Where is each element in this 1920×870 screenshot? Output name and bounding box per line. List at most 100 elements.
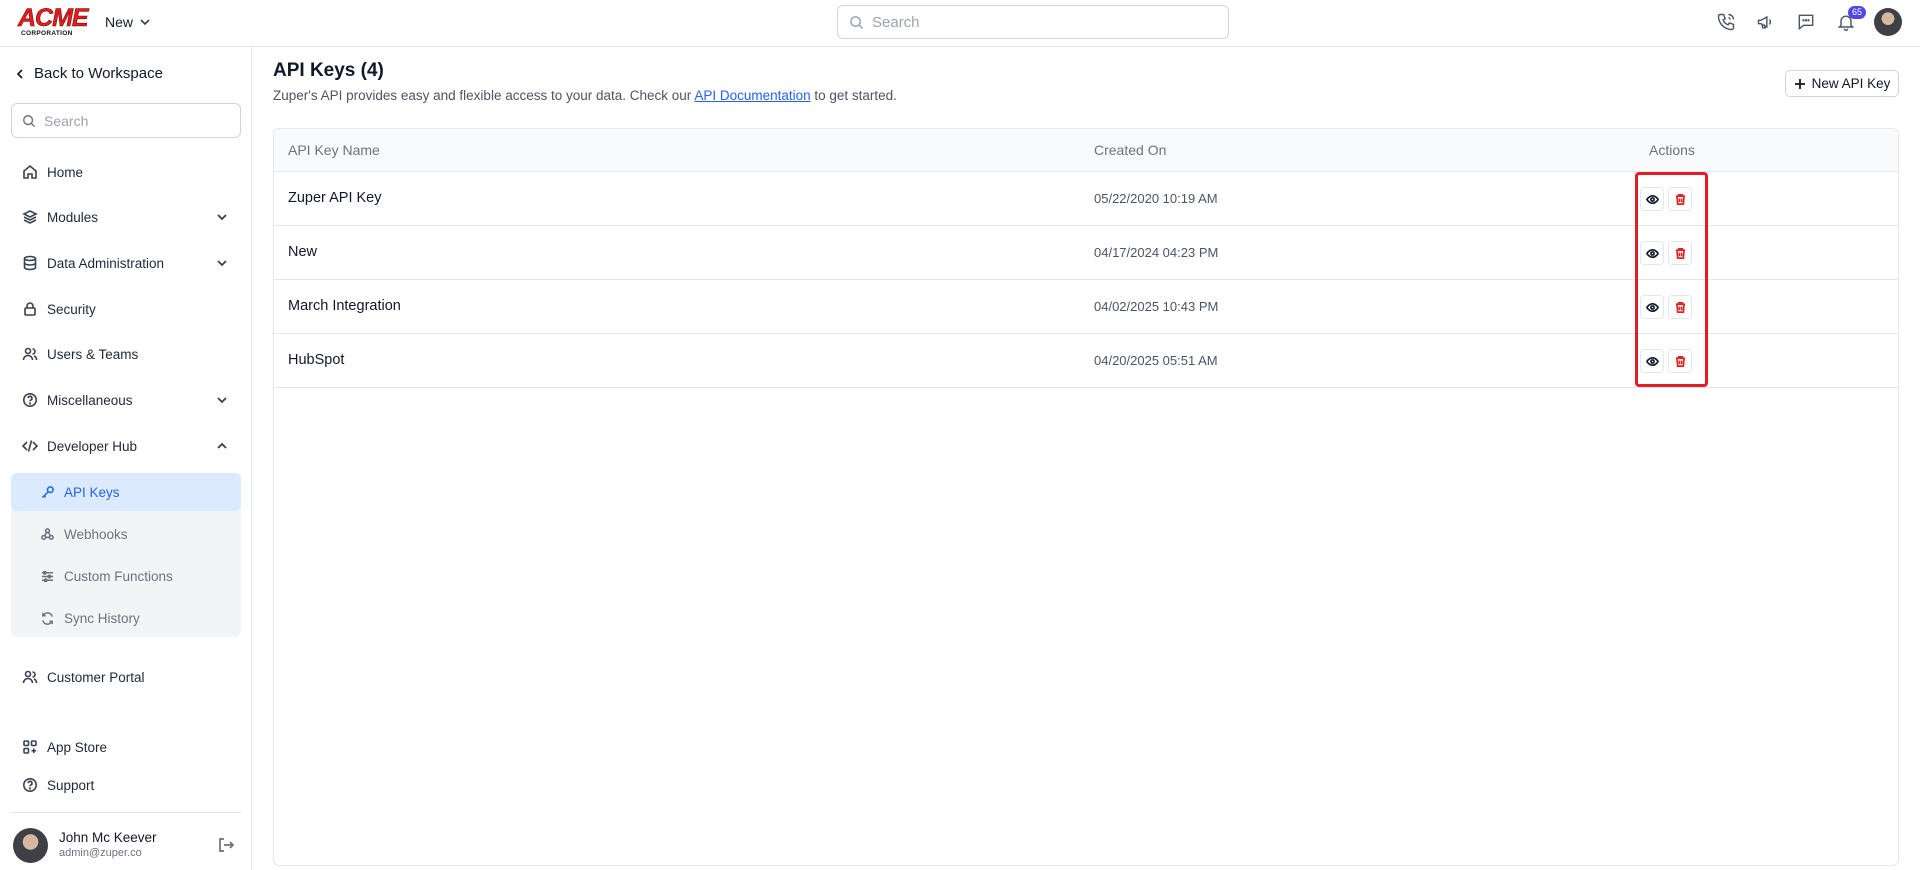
description-text-end: to get started. [810,88,897,103]
eye-icon [1645,356,1659,366]
code-icon [22,440,38,452]
chevron-down-icon [140,19,150,26]
sidebar-item-label: Data Administration [47,255,165,271]
sidebar-item-label: Developer Hub [47,438,138,454]
sidebar-item-home[interactable]: Home [12,155,240,189]
api-key-name: March Integration [288,298,401,314]
sidebar-item-api-keys[interactable]: API Keys [11,473,241,511]
trash-icon [1675,355,1685,367]
table-row: March Integration 04/02/2025 10:43 PM [274,280,1898,334]
global-search [837,5,1229,39]
view-key-button[interactable] [1640,349,1664,373]
help-circle-icon [23,778,37,792]
view-key-button[interactable] [1640,295,1664,319]
sidebar-item-app-store[interactable]: App Store [12,730,240,764]
trash-icon [1675,193,1685,205]
page-description: Zuper's API provides easy and flexible a… [273,88,897,103]
sidebar-search-input[interactable] [44,112,224,129]
sliders-icon [41,570,54,582]
layers-icon [22,210,38,224]
sidebar-item-sync-history[interactable]: Sync History [11,599,241,637]
bell-icon[interactable]: 65 [1834,6,1866,34]
sidebar-item-customer-portal[interactable]: Customer Portal [12,660,240,694]
megaphone-icon[interactable] [1754,10,1778,34]
workspace-switcher[interactable]: New [105,14,151,30]
table-row: HubSpot 04/20/2025 05:51 AM [274,334,1898,388]
delete-key-button[interactable] [1668,187,1692,211]
sidebar-item-label: Customer Portal [47,669,145,685]
refresh-icon [42,611,53,625]
sidebar-item-label: API Keys [64,484,120,500]
lock-icon [24,302,36,316]
user-card[interactable]: John Mc Keever admin@zuper.co [13,828,241,864]
new-api-key-button[interactable]: New API Key [1785,70,1899,97]
sidebar-item-developer-hub[interactable]: Developer Hub [12,429,240,463]
created-on: 04/02/2025 10:43 PM [1094,299,1219,314]
chevron-up-icon [217,442,227,449]
key-icon [41,485,54,498]
sidebar-item-security[interactable]: Security [12,292,240,326]
logout-icon[interactable] [217,836,235,854]
created-on: 04/20/2025 05:51 AM [1094,353,1218,368]
view-key-button[interactable] [1640,241,1664,265]
new-api-key-label: New API Key [1811,76,1891,91]
home-icon [23,164,37,179]
sidebar-item-label: Webhooks [64,526,128,542]
back-to-workspace-link[interactable]: Back to Workspace [14,65,163,82]
trash-icon [1675,301,1685,313]
sidebar-item-users-teams[interactable]: Users & Teams [12,337,240,371]
view-key-button[interactable] [1640,187,1664,211]
sidebar-item-label: Security [47,301,96,317]
sidebar: Back to Workspace Home Modules Data Admi… [0,47,252,870]
profile-avatar[interactable] [1874,8,1902,36]
created-on: 05/22/2020 10:19 AM [1094,191,1218,206]
users-icon [22,347,38,361]
api-keys-table: API Key Name Created On Actions Zuper AP… [273,128,1899,866]
sidebar-item-miscellaneous[interactable]: Miscellaneous [12,383,240,417]
workspace-label: New [105,14,134,30]
search-icon [850,15,864,29]
sidebar-item-custom-functions[interactable]: Custom Functions [11,557,241,595]
chat-icon[interactable] [1794,10,1818,34]
eye-icon [1645,248,1659,258]
sidebar-item-modules[interactable]: Modules [12,200,240,234]
description-text: Zuper's API provides easy and flexible a… [273,88,695,103]
sidebar-divider [11,812,241,813]
acme-logo[interactable]: ACME CORPORATION [18,4,89,37]
table-row: Zuper API Key 05/22/2020 10:19 AM [274,172,1898,226]
sidebar-item-support[interactable]: Support [12,768,240,802]
api-documentation-link[interactable]: API Documentation [694,88,810,103]
user-name: John Mc Keever [59,830,157,845]
delete-key-button[interactable] [1668,295,1692,319]
help-circle-icon [23,393,37,407]
logo-text: ACME [18,4,89,32]
eye-icon [1645,194,1659,204]
delete-key-button[interactable] [1668,241,1692,265]
global-search-input[interactable] [872,13,1212,31]
api-key-name: New [288,244,318,260]
user-email: admin@zuper.co [59,847,142,859]
api-key-name: Zuper API Key [288,190,382,206]
developer-hub-submenu: API Keys Webhooks Custom Functions Sync … [11,473,241,637]
sidebar-item-webhooks[interactable]: Webhooks [11,515,241,553]
column-header-created: Created On [1094,142,1167,158]
users-icon [22,670,38,684]
column-header-name: API Key Name [288,142,380,158]
trash-icon [1675,247,1685,259]
sidebar-item-label: Home [47,164,84,180]
table-header: API Key Name Created On Actions [274,129,1898,172]
sidebar-item-data-administration[interactable]: Data Administration [12,246,240,280]
avatar [13,828,48,863]
plus-icon [1794,78,1805,89]
chevron-down-icon [217,214,227,221]
sidebar-item-label: Custom Functions [64,568,173,584]
chevron-down-icon [217,397,227,404]
back-label: Back to Workspace [34,65,163,82]
delete-key-button[interactable] [1668,349,1692,373]
chevron-down-icon [217,260,227,267]
sidebar-item-label: Users & Teams [47,346,139,362]
sidebar-item-label: App Store [47,739,108,755]
search-icon [23,114,36,127]
sidebar-item-label: Sync History [64,610,140,626]
phone-icon[interactable] [1714,10,1738,34]
